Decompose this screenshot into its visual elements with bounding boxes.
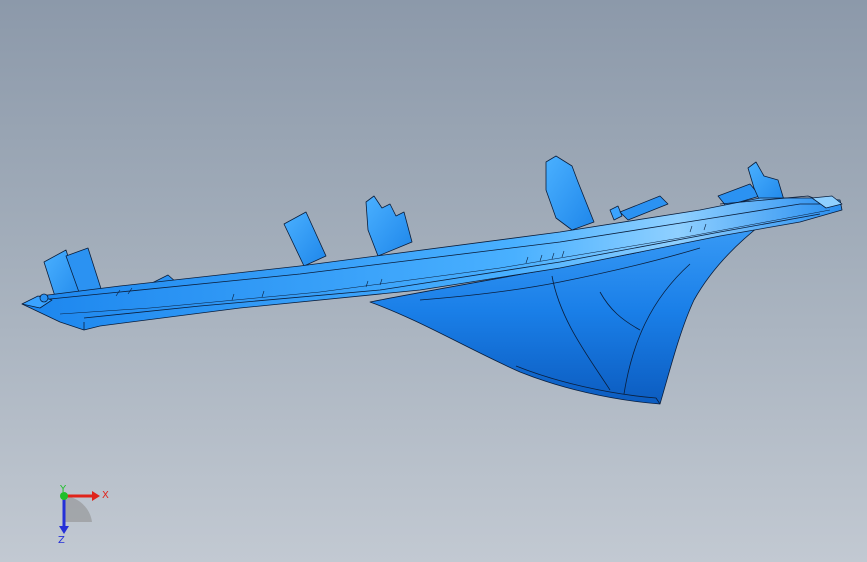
mount-tab-4[interactable]	[365, 195, 413, 257]
x-axis-label: X	[102, 490, 109, 501]
3d-viewport[interactable]: X Y Z	[0, 0, 867, 562]
x-axis-head	[92, 491, 100, 501]
mount-tab-3[interactable]	[283, 211, 327, 267]
orientation-triad: X Y Z	[58, 484, 109, 546]
y-axis-label: Y	[59, 484, 67, 495]
triad-plane-shadow	[64, 496, 92, 522]
z-axis-head	[59, 526, 69, 534]
z-axis-label: Z	[58, 535, 65, 546]
part-model[interactable]	[0, 0, 867, 562]
